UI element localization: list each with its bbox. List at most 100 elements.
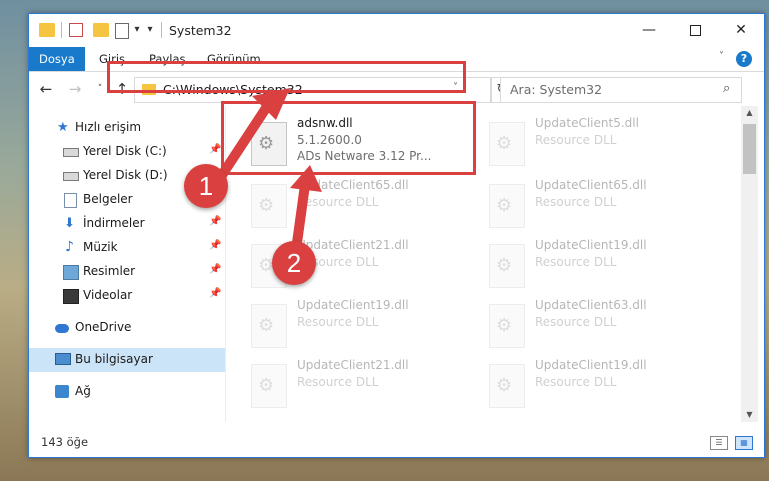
pin-icon[interactable]: 📌 <box>209 216 221 227</box>
customize-qat-icon[interactable]: ▾ <box>145 23 155 37</box>
videos-icon <box>63 289 79 304</box>
file-name: UpdateClient19.dll <box>297 298 409 312</box>
properties-check-icon[interactable] <box>69 23 83 37</box>
tab-file[interactable]: Dosya <box>29 47 85 71</box>
sidebar-item-label: Belgeler <box>83 192 133 206</box>
large-icons-view-icon[interactable]: ▦ <box>735 436 753 450</box>
details-view-icon[interactable]: ☰ <box>710 436 728 450</box>
new-folder-icon[interactable] <box>93 23 109 37</box>
file-item[interactable]: UpdateClient21.dll Resource DLL <box>237 354 467 410</box>
file-description: Resource DLL <box>535 375 617 389</box>
file-item[interactable]: UpdateClient19.dll Resource DLL <box>475 354 705 410</box>
scrollbar-thumb[interactable] <box>743 124 756 174</box>
sidebar-item-label: Resimler <box>83 264 136 278</box>
star-icon: ★ <box>57 120 69 135</box>
sidebar-item-network[interactable]: Ağ <box>29 380 225 404</box>
drive-icon <box>63 148 79 157</box>
dll-file-icon <box>489 184 525 228</box>
sidebar-item-label: OneDrive <box>75 320 132 334</box>
title-bar: ▾ ▾ System32 — ✕ <box>29 14 764 47</box>
dll-file-icon <box>251 364 287 408</box>
sidebar-item-label: Yerel Disk (D:) <box>83 168 168 182</box>
sidebar-item-local-disk-c[interactable]: Yerel Disk (C:) 📌 <box>29 140 225 164</box>
network-icon <box>55 385 69 398</box>
file-item[interactable]: UpdateClient19.dll Resource DLL <box>237 294 467 350</box>
sidebar-item-this-pc[interactable]: Bu bilgisayar <box>29 348 225 372</box>
maximize-button[interactable] <box>672 14 718 47</box>
ribbon-expand-icon[interactable]: ˅ <box>719 51 724 62</box>
dll-file-icon <box>489 304 525 348</box>
file-item[interactable]: UpdateClient65.dll Resource DLL <box>475 174 705 230</box>
scroll-down-icon[interactable]: ▼ <box>741 410 758 419</box>
step-2-badge: 2 <box>272 241 316 285</box>
divider <box>161 22 162 38</box>
minimize-button[interactable]: — <box>626 14 672 47</box>
file-item[interactable]: UpdateClient63.dll Resource DLL <box>475 294 705 350</box>
step-1-badge: 1 <box>184 164 228 208</box>
sidebar-item-onedrive[interactable]: OneDrive <box>29 316 225 340</box>
file-item[interactable]: UpdateClient19.dll Resource DLL <box>475 234 705 290</box>
file-description: Resource DLL <box>535 195 617 209</box>
sidebar-item-label: Hızlı erişim <box>75 120 142 134</box>
pin-icon[interactable]: 📌 <box>209 264 221 275</box>
sidebar-item-label: Bu bilgisayar <box>75 352 153 366</box>
onedrive-icon <box>55 324 69 333</box>
back-button[interactable]: ← <box>37 80 55 98</box>
divider <box>61 22 62 38</box>
file-name: UpdateClient21.dll <box>297 238 409 252</box>
pin-icon[interactable]: 📌 <box>209 240 221 251</box>
file-description: Resource DLL <box>535 255 617 269</box>
vertical-scrollbar[interactable]: ▲ ▼ <box>741 106 758 422</box>
sidebar-item-label: Videolar <box>83 288 133 302</box>
address-highlight-box <box>107 61 466 93</box>
music-icon: ♪ <box>65 239 74 255</box>
sidebar-item-label: İndirmeler <box>83 216 145 230</box>
file-name: UpdateClient19.dll <box>535 358 647 372</box>
sidebar-item-videos[interactable]: Videolar 📌 <box>29 284 225 308</box>
sidebar-item-label: Müzik <box>83 240 118 254</box>
window-title: System32 <box>169 23 232 38</box>
sidebar-item-label: Yerel Disk (C:) <box>83 144 167 158</box>
file-name: UpdateClient65.dll <box>535 178 647 192</box>
navigation-pane: ★ Hızlı erişim Yerel Disk (C:) 📌 Yerel D… <box>29 110 225 422</box>
properties-icon[interactable] <box>115 23 129 39</box>
file-highlight-box <box>221 101 476 175</box>
help-icon[interactable]: ? <box>736 51 752 67</box>
file-name: UpdateClient65.dll <box>297 178 409 192</box>
qat-dropdown-icon[interactable]: ▾ <box>132 23 142 37</box>
sidebar-item-music[interactable]: ♪ Müzik 📌 <box>29 236 225 260</box>
forward-button[interactable]: → <box>66 80 84 98</box>
search-icon[interactable]: ⌕ <box>723 81 730 96</box>
folder-icon[interactable] <box>39 23 55 37</box>
file-description: Resource DLL <box>535 133 617 147</box>
sidebar-item-quick-access[interactable]: ★ Hızlı erişim <box>29 116 225 140</box>
pin-icon[interactable]: 📌 <box>209 288 221 299</box>
search-box[interactable]: Ara: System32 ⌕ <box>500 77 742 103</box>
dll-file-icon <box>489 122 525 166</box>
file-description: Resource DLL <box>535 315 617 329</box>
dll-file-icon <box>489 244 525 288</box>
drive-icon <box>63 172 79 181</box>
file-item[interactable]: UpdateClient65.dll Resource DLL <box>237 174 467 230</box>
dll-file-icon <box>251 184 287 228</box>
file-description: Resource DLL <box>297 195 379 209</box>
file-name: UpdateClient63.dll <box>535 298 647 312</box>
close-button[interactable]: ✕ <box>718 14 764 47</box>
this-pc-icon <box>55 353 71 365</box>
dll-file-icon <box>489 364 525 408</box>
file-item[interactable]: UpdateClient5.dll Resource DLL <box>475 112 705 168</box>
sidebar-item-pictures[interactable]: Resimler 📌 <box>29 260 225 284</box>
pictures-icon <box>63 265 79 280</box>
file-description: Resource DLL <box>297 315 379 329</box>
scroll-up-icon[interactable]: ▲ <box>741 108 758 117</box>
pin-icon[interactable]: 📌 <box>209 144 221 155</box>
file-name: UpdateClient5.dll <box>535 116 639 130</box>
maximize-icon <box>689 24 701 36</box>
sidebar-item-downloads[interactable]: ⬇ İndirmeler 📌 <box>29 212 225 236</box>
file-name: UpdateClient21.dll <box>297 358 409 372</box>
file-name: UpdateClient19.dll <box>535 238 647 252</box>
documents-icon <box>64 193 77 208</box>
dll-file-icon <box>251 304 287 348</box>
download-icon: ⬇ <box>64 216 75 231</box>
search-input[interactable]: Ara: System32 <box>510 82 602 97</box>
